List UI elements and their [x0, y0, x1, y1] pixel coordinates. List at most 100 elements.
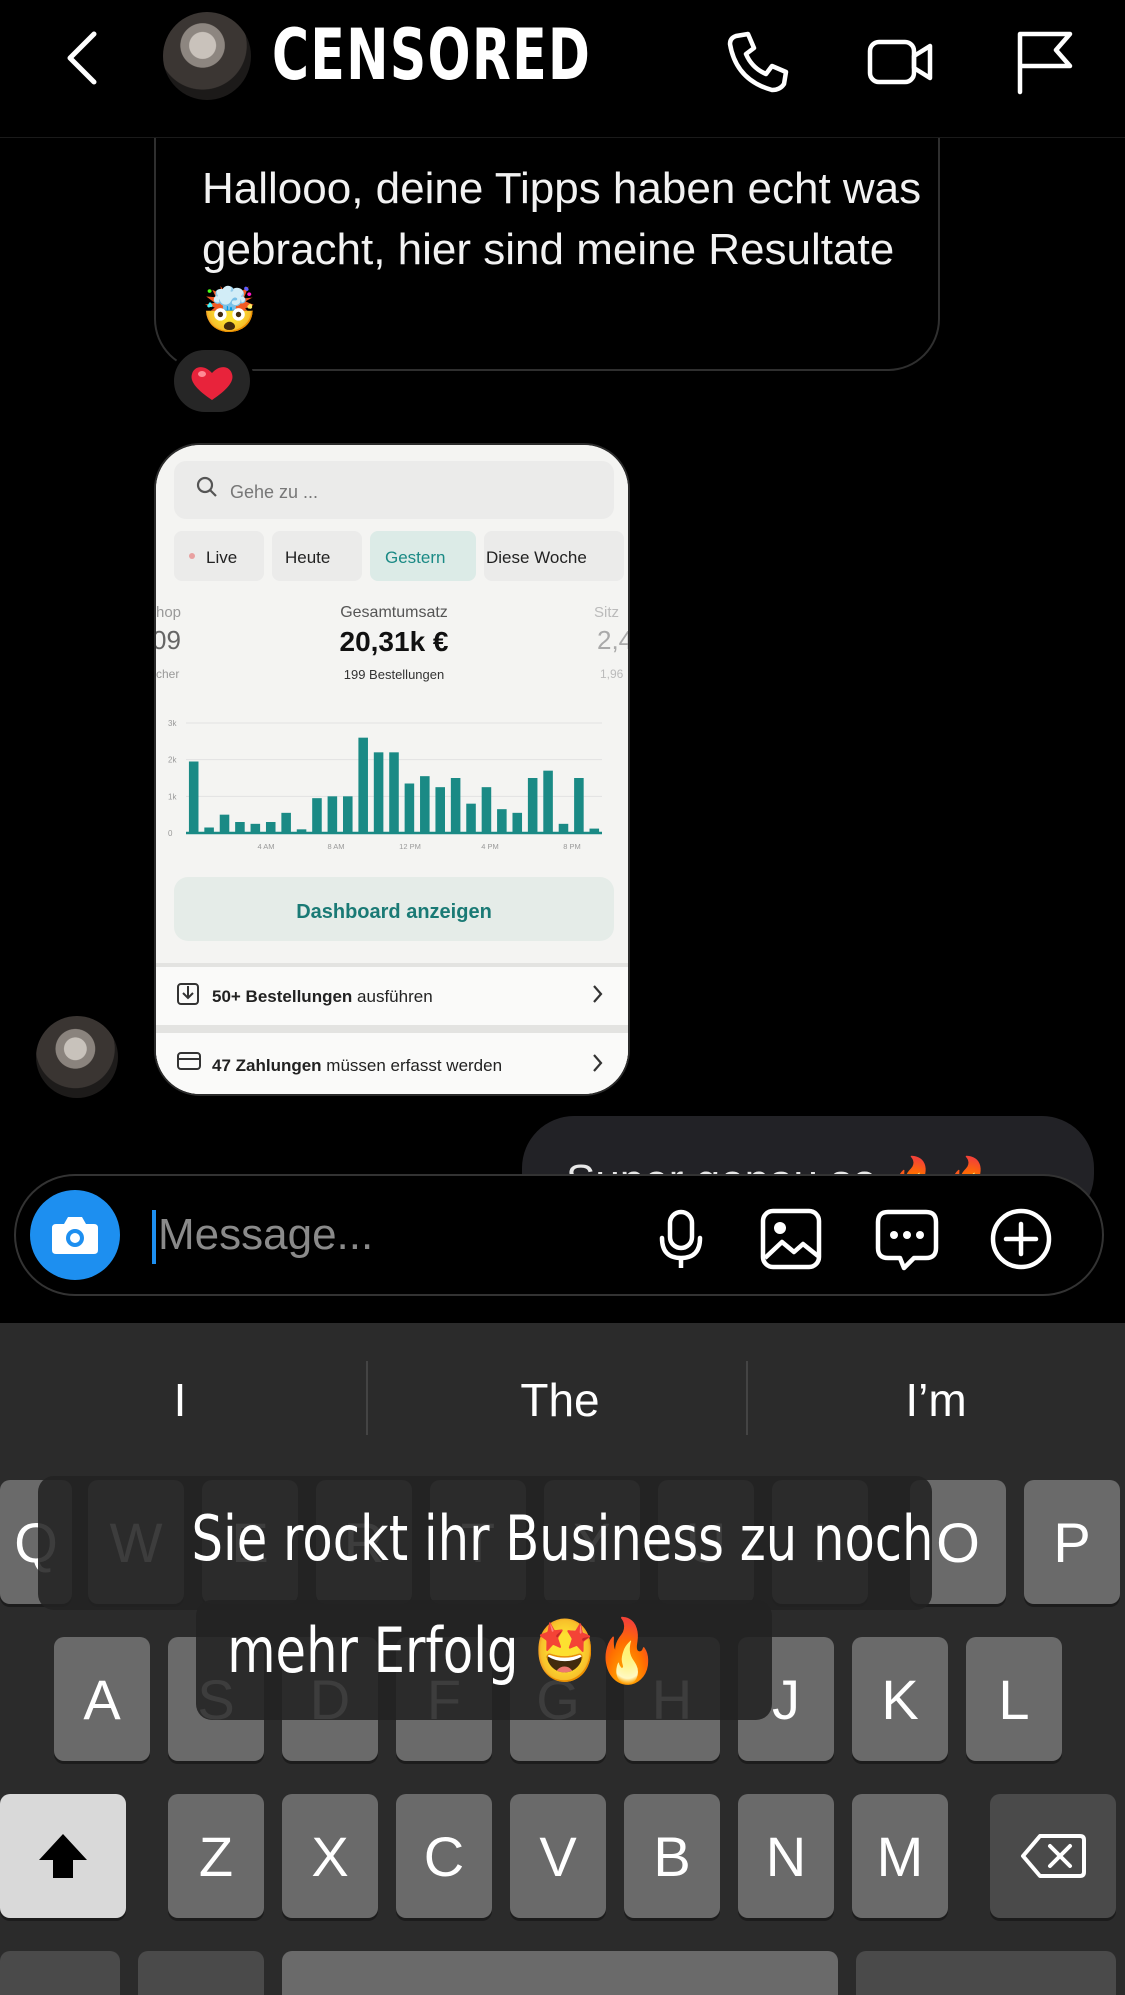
shop-dashboard-screenshot: Gehe zu ... Live Heute Gestern Diese Woc… [156, 445, 630, 1094]
incoming-message[interactable]: Hallooo, deine Tipps haben echt was gebr… [154, 138, 940, 371]
numbers-key[interactable] [0, 1951, 120, 1995]
chart-bar [265, 822, 276, 833]
right-metric-label: Sitz [594, 604, 619, 621]
key-n[interactable]: N [738, 1794, 834, 1918]
tab-heute-label: Heute [285, 548, 330, 567]
video-icon[interactable] [864, 26, 936, 98]
chart-bar [188, 761, 199, 833]
tab-diese-woche-label: Diese Woche [486, 548, 587, 567]
chart-bar [527, 778, 538, 833]
chart-bar [435, 787, 445, 833]
key-m[interactable]: M [852, 1794, 948, 1918]
key-x[interactable]: X [282, 1794, 378, 1918]
shift-key[interactable] [0, 1794, 126, 1918]
tab-live-label: Live [206, 548, 237, 567]
search-placeholder: Gehe zu ... [230, 482, 318, 502]
heart-reaction[interactable] [170, 346, 254, 416]
chart-bar [373, 752, 384, 833]
right-metric-sub: 1,96 [600, 667, 624, 681]
message-composer [14, 1174, 1104, 1296]
chart-bar [312, 798, 322, 833]
suggestion-divider [366, 1361, 368, 1435]
contact-avatar[interactable] [163, 12, 251, 100]
shift-icon [39, 1834, 87, 1878]
chart-x-tick-label: 8 PM [563, 842, 581, 851]
suggestion-1[interactable]: I [140, 1373, 220, 1427]
row2-rest: müssen erfasst werden [322, 1056, 502, 1075]
shared-image[interactable]: Gehe zu ... Live Heute Gestern Diese Woc… [154, 443, 630, 1096]
chart-x-tick-label: 8 AM [327, 842, 344, 851]
chart-bar [204, 827, 214, 833]
gallery-icon[interactable] [758, 1206, 824, 1272]
suggestion-divider [746, 1361, 748, 1435]
chart-y-tick-label: 2k [168, 756, 177, 765]
caption-line-2: mehr Erfolg 🤩🔥 [227, 1614, 658, 1687]
camera-button[interactable] [30, 1190, 120, 1280]
key-c[interactable]: C [396, 1794, 492, 1918]
chart-bar [543, 770, 553, 833]
flag-icon[interactable] [1008, 26, 1080, 98]
chart-bar [343, 796, 353, 833]
center-metric-sub: 199 Bestellungen [344, 667, 444, 682]
right-metric-value: 2,4 [597, 625, 630, 655]
back-icon[interactable] [56, 28, 116, 88]
suggestion-3[interactable]: I’m [856, 1373, 1016, 1427]
key-z[interactable]: Z [168, 1794, 264, 1918]
center-metric-value: 20,31k € [340, 626, 449, 657]
emoji-key[interactable] [138, 1951, 264, 1995]
chart-x-tick-label: 4 AM [257, 842, 274, 851]
chart-bar [497, 809, 507, 833]
heart-icon [191, 367, 233, 400]
chart-bar [466, 803, 476, 833]
sticker-icon[interactable] [874, 1206, 940, 1272]
camera-icon [52, 1217, 98, 1254]
chart-bar [404, 783, 415, 833]
return-key[interactable] [856, 1951, 1116, 1995]
key-b[interactable]: B [624, 1794, 720, 1918]
chart-bar [250, 823, 261, 833]
suggestion-2[interactable]: The [480, 1373, 640, 1427]
row2-bold: 47 Zahlungen [212, 1056, 322, 1075]
key-p[interactable]: P [1024, 1480, 1120, 1604]
chart-bar [450, 778, 461, 833]
chart-bar [512, 812, 523, 833]
chart-y-tick-label: 0 [168, 829, 173, 838]
backspace-icon [1021, 1834, 1086, 1878]
chart-y-tick-label: 1k [168, 792, 177, 801]
svg-text:47 Zahlungen müssen erfasst we: 47 Zahlungen müssen erfasst werden [212, 1056, 502, 1075]
left-metric-value: 09 [156, 625, 181, 655]
chart-bar [235, 822, 245, 833]
sender-avatar[interactable] [36, 1016, 118, 1098]
chart-x-tick-label: 12 PM [399, 842, 421, 851]
chart-bar [420, 776, 430, 833]
backspace-key[interactable] [990, 1794, 1116, 1918]
left-metric-sub: cher [156, 667, 179, 681]
message-input[interactable] [158, 1202, 518, 1268]
left-metric-label: hop [156, 604, 181, 621]
key-v[interactable]: V [510, 1794, 606, 1918]
chart-bar [281, 812, 291, 833]
chart-x-tick-label: 4 PM [481, 842, 499, 851]
plus-icon[interactable] [988, 1206, 1054, 1272]
center-metric-label: Gesamtumsatz [340, 604, 448, 621]
chart-bar [574, 778, 584, 833]
row1-bold: 50+ Bestellungen [212, 987, 352, 1006]
chart-bar [296, 829, 307, 833]
space-key[interactable] [282, 1951, 838, 1995]
phone-icon[interactable] [722, 26, 794, 98]
caption-line-1: Sie rockt ihr Business zu noch [191, 1502, 934, 1575]
incoming-message-text: Hallooo, deine Tipps haben echt was gebr… [202, 164, 922, 335]
key-l[interactable]: L [966, 1637, 1062, 1761]
microphone-icon[interactable] [648, 1206, 714, 1272]
contact-name[interactable]: CENSORED [272, 14, 591, 96]
chart-bar [481, 787, 492, 833]
chart-bar [219, 814, 230, 833]
chart-y-tick-label: 3k [168, 719, 177, 728]
chart-bar [327, 796, 338, 833]
chart-bar [389, 752, 399, 833]
text-caret [152, 1210, 156, 1264]
dashboard-button: Dashboard anzeigen [296, 901, 492, 923]
svg-text:50+ Bestellungen ausführen: 50+ Bestellungen ausführen [212, 987, 433, 1006]
chat-header: CENSORED [0, 0, 1125, 138]
tab-gestern-label: Gestern [385, 548, 445, 567]
